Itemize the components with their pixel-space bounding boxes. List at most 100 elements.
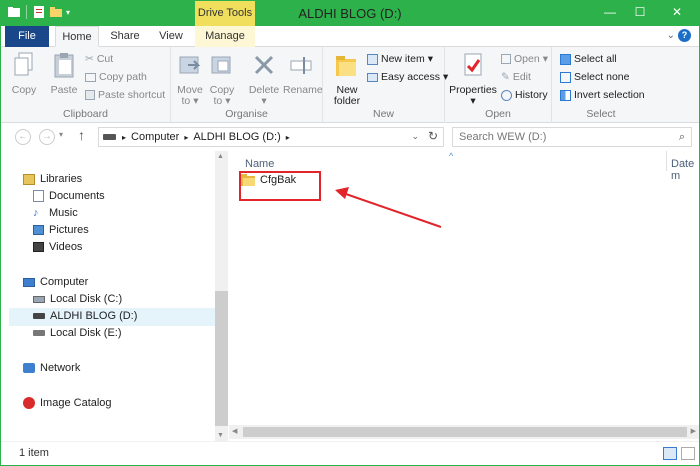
- nav-videos[interactable]: Videos: [33, 241, 82, 253]
- nav-disk-d[interactable]: ALDHI BLOG (D:): [33, 310, 137, 322]
- explorer-window: ▾ Drive Tools ALDHI BLOG (D:) — ☐ ✕ File…: [0, 0, 700, 466]
- new-item-icon: [367, 53, 378, 65]
- column-header-date[interactable]: Date m: [671, 158, 699, 182]
- up-arrow-icon[interactable]: ↑: [78, 127, 85, 143]
- tab-manage[interactable]: Manage: [195, 26, 255, 47]
- select-group-label: Select: [586, 108, 616, 120]
- nav-disk-c-label: Local Disk (C:): [50, 293, 123, 305]
- pictures-icon: [33, 225, 44, 235]
- open-button[interactable]: Open ▾: [501, 53, 548, 65]
- copy-button[interactable]: Copy: [9, 51, 39, 96]
- breadcrumb-drive[interactable]: ALDHI BLOG (D:): [193, 131, 280, 143]
- tab-file[interactable]: File: [5, 26, 49, 47]
- ribbon-expand-icon[interactable]: ⌄: [667, 30, 675, 41]
- move-to-button[interactable]: Move to ▾: [175, 51, 205, 107]
- column-divider[interactable]: [666, 151, 667, 171]
- select-all-button[interactable]: Select all: [560, 53, 617, 65]
- annotation-arrow: [335, 187, 442, 228]
- tab-share[interactable]: Share: [104, 26, 146, 47]
- scroll-down-icon[interactable]: ▼: [217, 432, 224, 439]
- nav-network[interactable]: Network: [23, 362, 80, 374]
- scroll-left-icon[interactable]: ◀: [232, 427, 237, 435]
- paste-shortcut-button[interactable]: Paste shortcut: [85, 89, 165, 101]
- nav-documents[interactable]: Documents: [33, 190, 105, 202]
- rename-button[interactable]: Rename: [283, 51, 323, 96]
- new-folder-big-icon: [336, 56, 356, 76]
- new-folder-button[interactable]: New folder: [329, 51, 365, 107]
- search-icon[interactable]: ⌕: [679, 128, 685, 146]
- select-none-label: Select none: [574, 71, 630, 83]
- tab-view[interactable]: View: [151, 26, 191, 47]
- large-icons-view-icon[interactable]: [681, 447, 695, 460]
- status-bar: 1 item: [1, 441, 699, 465]
- tab-home[interactable]: Home: [55, 26, 99, 47]
- easy-access-button[interactable]: Easy access ▾: [367, 71, 448, 83]
- nav-music-label: Music: [49, 207, 78, 219]
- copy-path-button[interactable]: Copy path: [85, 71, 147, 83]
- history-button[interactable]: History: [501, 89, 548, 101]
- minimize-button[interactable]: —: [595, 1, 625, 23]
- help-icon[interactable]: ?: [678, 29, 691, 42]
- drive-icon: [33, 330, 45, 336]
- back-button[interactable]: ←: [15, 129, 31, 145]
- breadcrumb-separator-icon[interactable]: ▸: [184, 133, 188, 142]
- cut-button[interactable]: ✂ Cut: [85, 53, 113, 65]
- horizontal-scrollbar[interactable]: ◀ ▶: [229, 425, 699, 439]
- open-icon: [501, 54, 511, 64]
- properties-button[interactable]: Properties ▾: [447, 51, 499, 107]
- search-input[interactable]: Search WEW (D:) ⌕: [452, 127, 692, 147]
- close-button[interactable]: ✕: [655, 1, 699, 23]
- nav-disk-c[interactable]: Local Disk (C:): [33, 293, 122, 305]
- horizontal-scrollbar-thumb[interactable]: [243, 427, 687, 437]
- new-folder-label-2: folder: [333, 95, 361, 107]
- scroll-up-icon[interactable]: ▲: [217, 153, 224, 160]
- breadcrumb-computer[interactable]: Computer: [131, 131, 179, 143]
- address-bar[interactable]: ▸ Computer ▸ ALDHI BLOG (D:) ▸ ⌄ ↻: [98, 127, 444, 147]
- nav-libraries-label: Libraries: [40, 173, 83, 185]
- nav-pictures[interactable]: Pictures: [33, 224, 89, 236]
- paste-button[interactable]: Paste: [47, 51, 81, 96]
- edit-label: Edit: [512, 71, 531, 83]
- edit-button[interactable]: ✎ Edit: [501, 71, 531, 83]
- ribbon-tabs: File Home Share View Manage ⌄ ?: [1, 26, 699, 47]
- copy-to-icon: [211, 56, 231, 74]
- new-item-button[interactable]: New item ▾: [367, 53, 433, 65]
- refresh-icon[interactable]: ↻: [428, 129, 438, 143]
- nav-libraries[interactable]: Libraries: [23, 173, 82, 185]
- maximize-button[interactable]: ☐: [625, 1, 655, 23]
- nav-computer-label: Computer: [40, 276, 89, 288]
- nav-computer[interactable]: Computer: [23, 276, 88, 288]
- scroll-right-icon[interactable]: ▶: [691, 427, 696, 435]
- documents-icon: [33, 190, 44, 202]
- nav-image-catalog[interactable]: Image Catalog: [23, 397, 112, 409]
- nav-scrollbar[interactable]: ▲ ▼: [215, 151, 228, 441]
- copy-to-button[interactable]: Copy to ▾: [207, 51, 237, 107]
- scissors-icon: ✂: [85, 53, 94, 65]
- paste-label: Paste: [50, 84, 78, 96]
- select-none-button[interactable]: Select none: [560, 71, 629, 83]
- easy-access-label: Easy access: [381, 71, 440, 83]
- new-group-label: New: [372, 108, 394, 120]
- computer-icon: [23, 277, 35, 287]
- details-view-icon[interactable]: [663, 447, 677, 460]
- forward-button[interactable]: →: [39, 129, 55, 145]
- nav-music[interactable]: ♪ Music: [33, 207, 78, 219]
- file-list: ^ Name Date m CfgBak ◀ ▶: [229, 151, 699, 441]
- paste-shortcut-icon: [85, 90, 95, 100]
- nav-scrollbar-thumb[interactable]: [215, 291, 228, 426]
- organise-group-label: Organise: [225, 108, 268, 120]
- column-header-name[interactable]: Name: [245, 158, 274, 170]
- address-dropdown-icon[interactable]: ⌄: [411, 131, 419, 142]
- breadcrumb-separator-icon[interactable]: ▸: [122, 133, 126, 142]
- invert-selection-label: Invert selection: [574, 89, 645, 101]
- clipboard-group-label: Clipboard: [63, 108, 108, 120]
- videos-icon: [33, 242, 44, 252]
- delete-button[interactable]: Delete ▾: [247, 51, 281, 107]
- nav-videos-label: Videos: [49, 241, 83, 253]
- recent-locations-icon[interactable]: ▾: [59, 130, 63, 139]
- nav-disk-e[interactable]: Local Disk (E:): [33, 327, 122, 339]
- breadcrumb-separator-icon[interactable]: ▸: [286, 133, 290, 142]
- invert-selection-button[interactable]: Invert selection: [560, 89, 645, 101]
- drive-icon: [33, 313, 45, 319]
- search-placeholder: Search WEW (D:): [459, 131, 547, 143]
